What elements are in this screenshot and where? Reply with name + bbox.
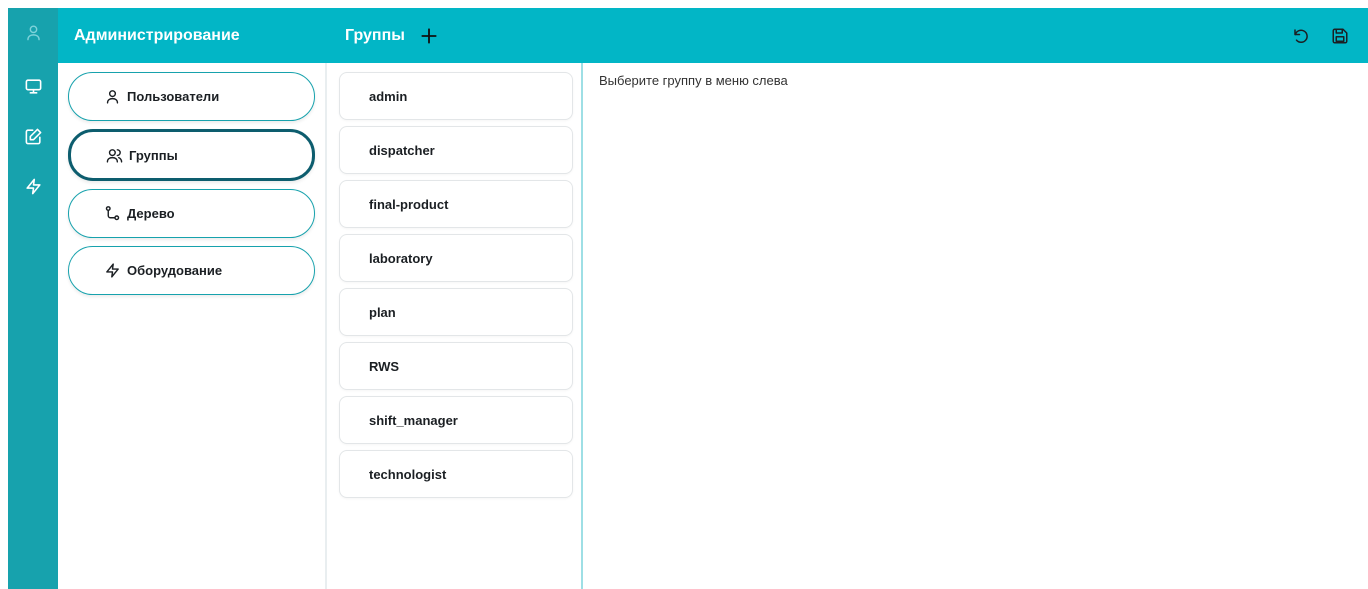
- empty-state-hint: Выберите группу в меню слева: [599, 73, 788, 88]
- group-item-plan[interactable]: plan: [339, 288, 573, 336]
- rail-lightning-button[interactable]: [8, 166, 58, 206]
- group-item-laboratory[interactable]: laboratory: [339, 234, 573, 282]
- group-item-shift-manager[interactable]: shift_manager: [339, 396, 573, 444]
- admin-nav-panel: Пользователи Группы Дерево Оборудование: [58, 63, 327, 589]
- save-button[interactable]: [1329, 25, 1351, 47]
- nav-tree-label: Дерево: [127, 206, 175, 221]
- group-name: technologist: [369, 466, 447, 482]
- admin-header: Администрирование: [58, 8, 327, 63]
- undo-button[interactable]: [1290, 25, 1312, 47]
- group-item-technologist[interactable]: technologist: [339, 450, 573, 498]
- app-window: Администрирование Группы Пользователи Гр…: [8, 8, 1368, 589]
- nav-users-button[interactable]: Пользователи: [68, 72, 315, 121]
- plus-icon: [421, 27, 437, 44]
- rail-monitor-button[interactable]: [8, 66, 58, 106]
- groups-list-panel: admin dispatcher final-product laborator…: [329, 63, 583, 589]
- rail-user-button[interactable]: [8, 12, 58, 52]
- lightning-icon: [103, 262, 121, 280]
- save-icon: [1332, 28, 1348, 43]
- groups-title: Группы: [345, 26, 405, 44]
- rail-edit-button[interactable]: [8, 116, 58, 156]
- group-name: laboratory: [369, 250, 433, 266]
- admin-title: Администрирование: [74, 26, 240, 44]
- nav-users-label: Пользователи: [127, 89, 220, 104]
- monitor-icon: [25, 78, 41, 94]
- nav-tree-button[interactable]: Дерево: [68, 189, 315, 238]
- user-icon: [26, 24, 40, 40]
- nav-groups-button[interactable]: Группы: [68, 129, 315, 181]
- group-detail-area: Выберите группу в меню слева: [585, 63, 1368, 589]
- group-name: final-product: [369, 196, 449, 212]
- undo-icon: [1294, 28, 1308, 43]
- lightning-icon: [25, 178, 41, 194]
- group-item-final-product[interactable]: final-product: [339, 180, 573, 228]
- group-name: admin: [369, 88, 408, 104]
- user-icon: [103, 88, 121, 106]
- nav-groups-label: Группы: [129, 147, 178, 163]
- nav-equipment-button[interactable]: Оборудование: [68, 246, 315, 295]
- group-name: RWS: [369, 358, 400, 374]
- group-name: plan: [369, 304, 396, 320]
- group-item-rws[interactable]: RWS: [339, 342, 573, 390]
- header-actions: [1290, 8, 1368, 63]
- group-name: dispatcher: [369, 142, 435, 158]
- add-group-button[interactable]: [418, 25, 440, 47]
- tree-icon: [103, 205, 121, 223]
- group-name: shift_manager: [369, 412, 458, 428]
- groups-header: Группы: [327, 8, 1368, 63]
- group-item-dispatcher[interactable]: dispatcher: [339, 126, 573, 174]
- edit-icon: [25, 128, 41, 144]
- nav-equipment-label: Оборудование: [127, 263, 223, 278]
- group-item-admin[interactable]: admin: [339, 72, 573, 120]
- users-icon: [105, 146, 123, 164]
- icon-rail: [8, 8, 58, 589]
